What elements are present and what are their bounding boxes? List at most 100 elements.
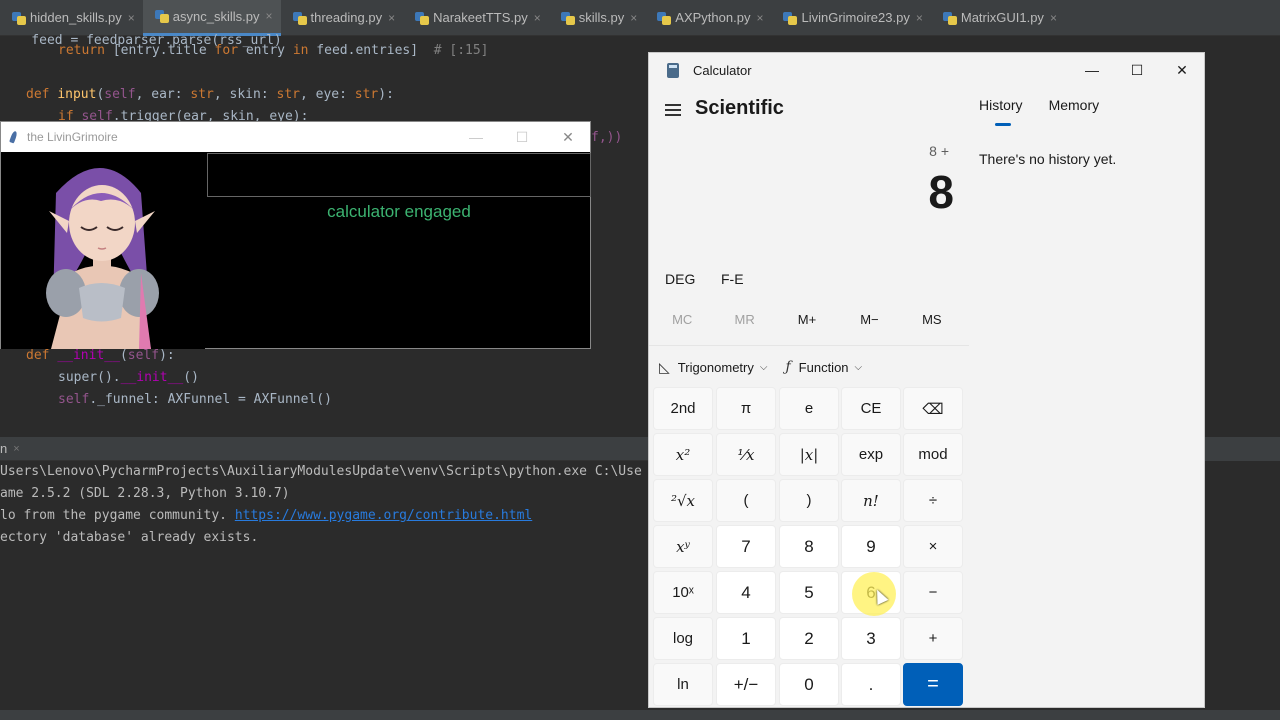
key-button[interactable]: 5 [779,571,839,614]
type-str: str [190,87,214,102]
livingrimoire-window[interactable]: the LivinGrimoire — ☐ ✕ calculator engag… [0,121,591,349]
key-button[interactable]: = [903,663,963,706]
key-button[interactable]: n! [841,479,901,522]
code-line-def-input: def input(self, ear: str, skin: str, eye… [26,87,394,102]
key-label: ln [677,676,689,693]
maximize-button[interactable]: ☐ [499,122,545,152]
key-label: 0 [804,674,814,694]
close-icon[interactable]: × [1050,11,1057,25]
key-button[interactable]: 9 [841,525,901,568]
key-label: 10ˣ [672,584,694,601]
key-button[interactable]: ²√x [653,479,713,522]
key-button[interactable]: e [779,387,839,430]
close-icon[interactable]: × [128,11,135,25]
tab-memory[interactable]: Memory [1049,97,1100,113]
close-icon[interactable]: × [388,11,395,25]
key-button[interactable]: 8 [779,525,839,568]
editor-tab-label: hidden_skills.py [30,10,122,25]
key-button[interactable]: |x| [779,433,839,476]
key-button[interactable]: log [653,617,713,660]
mr-button[interactable]: MR [713,305,775,335]
maximize-button[interactable]: ☐ [1114,53,1160,87]
key-button[interactable]: +/− [716,663,776,706]
key-label: ) [806,492,812,509]
key-label: 7 [741,536,751,556]
editor-tab[interactable]: async_skills.py × [142,0,281,36]
key-button[interactable]: 2 [779,617,839,660]
key-button[interactable]: + [903,617,963,660]
chat-input-box[interactable] [207,153,591,197]
key-button[interactable]: ln [653,663,713,706]
key-button[interactable]: CE [841,387,901,430]
dunder-init: __init__ [57,348,120,363]
hamburger-menu-icon[interactable] [663,99,685,121]
calculator-mode: Scientific [695,97,784,119]
tab-history[interactable]: History [979,97,1023,126]
key-label: ÷ [928,492,938,509]
python-file-icon [560,11,575,25]
close-icon[interactable]: × [630,11,637,25]
minimize-button[interactable]: — [453,122,499,152]
trigonometry-dropdown[interactable]: ◺ Trigonometry ⌵ [659,359,767,376]
python-file-icon [783,11,798,25]
livingrimoire-titlebar[interactable]: the LivinGrimoire — ☐ ✕ [1,122,590,152]
editor-tab[interactable]: LivinGrimoire23.py × [771,0,930,36]
key-button[interactable]: 0 [779,663,839,706]
close-icon[interactable]: × [266,9,273,23]
pygame-contribute-link[interactable]: https://www.pygame.org/contribute.html [235,508,532,523]
close-icon[interactable]: × [13,443,19,455]
close-icon[interactable]: × [534,11,541,25]
key-button[interactable]: 10ˣ [653,571,713,614]
key-button[interactable]: 2nd [653,387,713,430]
calculator-titlebar[interactable]: Calculator — ☐ ✕ [649,53,1204,87]
key-button[interactable]: π [716,387,776,430]
key-button[interactable]: ( [716,479,776,522]
key-button[interactable]: ) [779,479,839,522]
key-button[interactable]: mod [903,433,963,476]
key-button[interactable]: 4 [716,571,776,614]
key-button[interactable]: 3 [841,617,901,660]
key-button[interactable]: − [903,571,963,614]
code-line-return: return [entry.title for entry in feed.en… [58,43,489,58]
close-icon[interactable]: × [916,11,923,25]
minimize-button[interactable]: — [1069,53,1115,87]
m-minus-button[interactable]: M− [838,305,900,335]
key-button[interactable]: x² [653,433,713,476]
editor-tab-label: threading.py [310,10,383,25]
key-button[interactable]: exp [841,433,901,476]
status-bar [0,710,1280,720]
key-button[interactable]: 7 [716,525,776,568]
console-line: lo from the pygame community. https://ww… [0,508,532,523]
calculator-window[interactable]: Calculator — ☐ ✕ Scientific 8 + 8 DEG F-… [648,52,1205,708]
function-dropdown[interactable]: ƒ Function ⌵ [785,359,862,375]
m-plus-button[interactable]: M+ [776,305,838,335]
editor-tab-bar: hidden_skills.py × async_skills.py × threadi… [0,0,1280,36]
editor-tab[interactable]: AXPython.py × [645,0,771,36]
key-button[interactable]: × [903,525,963,568]
close-icon[interactable]: × [756,11,763,25]
editor-tab[interactable]: NarakeetTTS.py × [403,0,549,36]
close-button[interactable]: ✕ [545,122,591,152]
key-button[interactable]: xʸ [653,525,713,568]
angle-unit-button[interactable]: DEG [665,271,695,287]
editor-tab[interactable]: skills.py × [549,0,646,36]
run-tab-label[interactable]: n [0,441,7,456]
key-button[interactable]: ⌫ [903,387,963,430]
key-button[interactable]: . [841,663,901,706]
key-label: 8 [804,536,814,556]
editor-tab[interactable]: hidden_skills.py × [0,0,143,36]
editor-tab[interactable]: MatrixGUI1.py × [931,0,1065,36]
key-button[interactable]: 1 [716,617,776,660]
fe-button[interactable]: F-E [721,271,744,287]
editor-tab-label: AXPython.py [675,10,751,25]
key-button[interactable]: ¹⁄x [716,433,776,476]
key-label: |x| [799,445,819,464]
desktop: hidden_skills.py × async_skills.py × threadi… [0,0,1280,720]
close-button[interactable]: ✕ [1159,53,1205,87]
mc-button[interactable]: MC [651,305,713,335]
editor-tab-label: LivinGrimoire23.py [801,10,910,25]
key-button[interactable]: ÷ [903,479,963,522]
ms-button[interactable]: MS [901,305,963,335]
run-console[interactable]: Users\Lenovo\PycharmProjects\AuxiliaryMo… [0,462,650,710]
editor-tab[interactable]: threading.py × [281,0,404,36]
